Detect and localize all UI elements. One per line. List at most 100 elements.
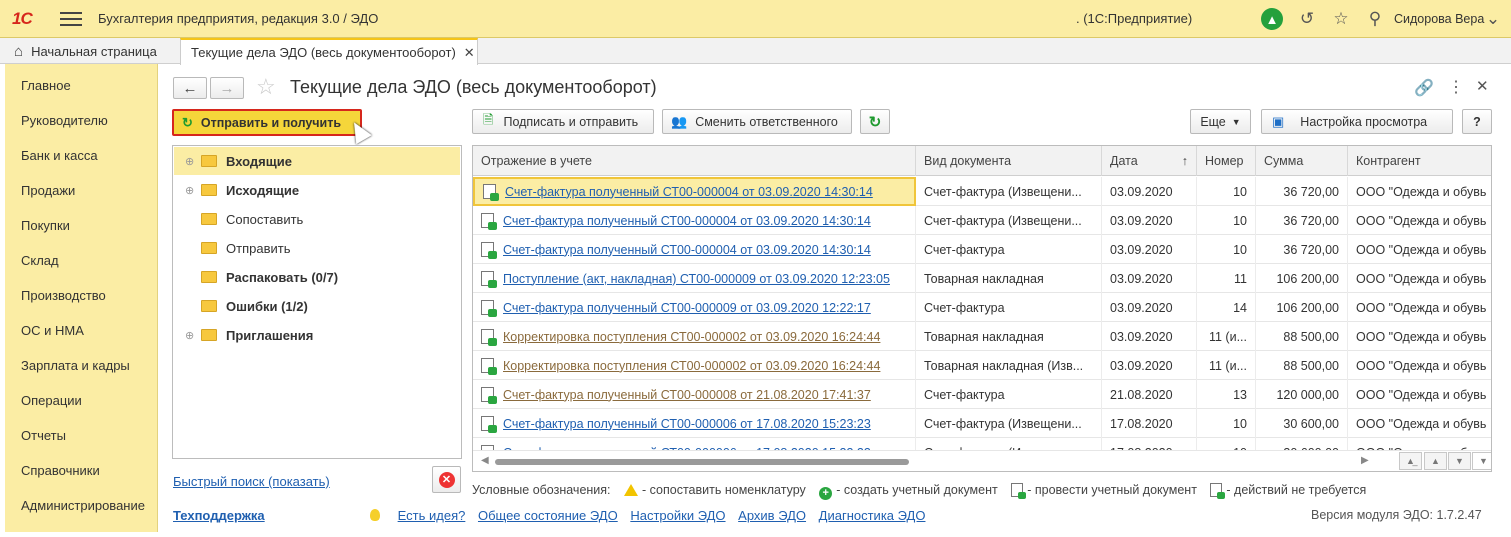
scroll-up-button[interactable]: ▲ bbox=[1424, 452, 1447, 470]
scroll-bottom-button[interactable]: ▼ bbox=[1472, 452, 1491, 470]
sidebar-item-sales[interactable]: Продажи bbox=[21, 183, 75, 198]
back-button[interactable]: ← bbox=[173, 77, 207, 99]
tree-item-outgoing[interactable]: ⊕ Исходящие bbox=[173, 180, 461, 200]
cell-accounting-doc[interactable]: Счет-фактура полученный СТ00-000004 от 0… bbox=[473, 206, 916, 235]
help-button[interactable]: ? bbox=[1462, 109, 1492, 134]
tree-item-unpack[interactable]: Распаковать (0/7) bbox=[173, 267, 461, 287]
column-header-number[interactable]: Номер bbox=[1197, 146, 1256, 176]
favorite-star-icon[interactable]: ☆ bbox=[256, 74, 276, 100]
sidebar-item-operations[interactable]: Операции bbox=[21, 393, 82, 408]
no-action-document-icon bbox=[1210, 483, 1226, 499]
column-header-partner[interactable]: Контрагент bbox=[1348, 146, 1491, 176]
notifications-icon[interactable]: ▲ bbox=[1261, 8, 1283, 30]
table-row[interactable]: Счет-фактура полученный СТ00-000009 от 0… bbox=[473, 293, 1491, 322]
table-row[interactable]: Счет-фактура полученный СТ00-000004 от 0… bbox=[473, 177, 1491, 206]
user-name[interactable]: Сидорова Вера bbox=[1394, 12, 1484, 26]
scroll-left-icon[interactable]: ◀ bbox=[481, 455, 489, 466]
tree-item-match[interactable]: Сопоставить bbox=[173, 209, 461, 229]
cell-accounting-doc[interactable]: Счет-фактура полученный СТ00-000009 от 0… bbox=[473, 293, 916, 322]
table-row[interactable]: Счет-фактура полученный СТ00-000008 от 2… bbox=[473, 380, 1491, 409]
column-header-sum[interactable]: Сумма bbox=[1256, 146, 1348, 176]
edo-settings-link[interactable]: Настройки ЭДО bbox=[630, 508, 725, 523]
column-header-date[interactable]: Дата ↑ bbox=[1102, 146, 1197, 176]
close-tab-icon[interactable]: ✕ bbox=[464, 45, 475, 61]
document-link[interactable]: Счет-фактура полученный СТ00-000004 от 0… bbox=[505, 185, 873, 199]
expand-icon[interactable]: ⊕ bbox=[185, 184, 194, 197]
sidebar-item-bank[interactable]: Банк и касса bbox=[21, 148, 98, 163]
tree-item-incoming[interactable]: ⊕ Входящие bbox=[173, 151, 461, 171]
link-icon[interactable]: 🔗 bbox=[1414, 78, 1434, 98]
scrollbar-thumb[interactable] bbox=[495, 459, 909, 465]
cell-accounting-doc[interactable]: Корректировка поступления СТ00-000002 от… bbox=[473, 351, 916, 380]
sidebar-item-purchases[interactable]: Покупки bbox=[21, 218, 70, 233]
table-row[interactable]: Корректировка поступления СТ00-000002 от… bbox=[473, 351, 1491, 380]
sidebar-item-admin[interactable]: Администрирование bbox=[21, 498, 145, 513]
tech-support-link[interactable]: Техподдержка bbox=[173, 508, 265, 523]
idea-link[interactable]: Есть идея? bbox=[398, 508, 466, 523]
table-row[interactable]: Счет-фактура полученный СТ00-000006 от 1… bbox=[473, 409, 1491, 438]
cell-accounting-doc[interactable]: Корректировка поступления СТ00-000002 от… bbox=[473, 322, 916, 351]
sidebar-item-main[interactable]: Главное bbox=[21, 78, 71, 93]
tree-item-errors[interactable]: Ошибки (1/2) bbox=[173, 296, 461, 316]
column-header-doctype[interactable]: Вид документа bbox=[916, 146, 1102, 176]
more-vertical-icon[interactable]: ⋮ bbox=[1448, 77, 1464, 97]
tab-home[interactable]: ⌂ Начальная страница bbox=[14, 38, 157, 64]
expand-icon[interactable]: ⊕ bbox=[185, 155, 194, 168]
folder-icon bbox=[201, 329, 217, 341]
scroll-top-button[interactable]: ▲̲ bbox=[1399, 452, 1422, 470]
cell-partner: ООО "Одежда и обувь bbox=[1348, 351, 1491, 380]
horizontal-scrollbar[interactable]: ◀ ▶ bbox=[473, 450, 1491, 471]
document-link[interactable]: Счет-фактура полученный СТ00-000008 от 2… bbox=[503, 388, 871, 402]
more-button[interactable]: Еще ▼ bbox=[1190, 109, 1251, 134]
cell-accounting-doc[interactable]: Поступление (акт, накладная) СТ00-000009… bbox=[473, 264, 916, 293]
sidebar-item-assets[interactable]: ОС и НМА bbox=[21, 323, 84, 338]
sidebar-item-warehouse[interactable]: Склад bbox=[21, 253, 59, 268]
favorites-star-icon[interactable]: ☆ bbox=[1330, 8, 1352, 30]
sign-send-button[interactable]: 🗎 Подписать и отправить bbox=[472, 109, 654, 134]
document-link[interactable]: Счет-фактура полученный СТ00-000004 от 0… bbox=[503, 243, 871, 257]
chevron-down-icon[interactable]: ⌄ bbox=[1482, 8, 1504, 30]
cell-accounting-doc[interactable]: Счет-фактура полученный СТ00-000008 от 2… bbox=[473, 380, 916, 409]
tab-current[interactable]: Текущие дела ЭДО (весь документооборот) … bbox=[180, 38, 478, 65]
sidebar-item-payroll[interactable]: Зарплата и кадры bbox=[21, 358, 130, 373]
document-link[interactable]: Поступление (акт, накладная) СТ00-000009… bbox=[503, 272, 890, 286]
change-responsible-button[interactable]: 👥 Сменить ответственного bbox=[662, 109, 852, 134]
tree-item-invitations[interactable]: ⊕ Приглашения bbox=[173, 325, 461, 345]
cell-accounting-doc[interactable]: Счет-фактура полученный СТ00-000004 от 0… bbox=[473, 177, 916, 206]
table-row[interactable]: Поступление (акт, накладная) СТ00-000009… bbox=[473, 264, 1491, 293]
table-row[interactable]: Корректировка поступления СТ00-000002 от… bbox=[473, 322, 1491, 351]
table-row[interactable]: Счет-фактура полученный СТ00-000004 от 0… bbox=[473, 206, 1491, 235]
document-link[interactable]: Корректировка поступления СТ00-000002 от… bbox=[503, 330, 880, 344]
column-header-accounting[interactable]: Отражение в учете bbox=[473, 146, 916, 176]
cell-accounting-doc[interactable]: Счет-фактура полученный СТ00-000004 от 0… bbox=[473, 235, 916, 264]
view-settings-button[interactable]: ▣ Настройка просмотра bbox=[1261, 109, 1453, 134]
expand-icon[interactable]: ⊕ bbox=[185, 329, 194, 342]
scroll-down-button[interactable]: ▼ bbox=[1448, 452, 1471, 470]
quick-search-link[interactable]: Быстрый поиск (показать) bbox=[173, 474, 330, 489]
cell-number: 11 bbox=[1197, 264, 1256, 293]
refresh-button[interactable]: ↻ bbox=[860, 109, 890, 134]
close-icon[interactable]: ✕ bbox=[1476, 77, 1489, 95]
forward-button[interactable]: → bbox=[210, 77, 244, 99]
lightbulb-icon bbox=[370, 509, 380, 521]
menu-icon[interactable] bbox=[60, 11, 82, 26]
document-link[interactable]: Счет-фактура полученный СТ00-000004 от 0… bbox=[503, 214, 871, 228]
document-link[interactable]: Корректировка поступления СТ00-000002 от… bbox=[503, 359, 880, 373]
sidebar-item-production[interactable]: Производство bbox=[21, 288, 106, 303]
edo-archive-link[interactable]: Архив ЭДО bbox=[738, 508, 806, 523]
clear-search-button[interactable]: ✕ bbox=[432, 466, 461, 493]
edo-status-link[interactable]: Общее состояние ЭДО bbox=[478, 508, 618, 523]
search-icon[interactable]: ⚲ bbox=[1364, 8, 1386, 30]
sidebar-item-reports[interactable]: Отчеты bbox=[21, 428, 66, 443]
sidebar-item-manager[interactable]: Руководителю bbox=[21, 113, 108, 128]
history-icon[interactable]: ↺ bbox=[1296, 8, 1318, 30]
cell-accounting-doc[interactable]: Счет-фактура полученный СТ00-000006 от 1… bbox=[473, 409, 916, 438]
document-link[interactable]: Счет-фактура полученный СТ00-000006 от 1… bbox=[503, 417, 871, 431]
sidebar-item-catalogs[interactable]: Справочники bbox=[21, 463, 100, 478]
document-link[interactable]: Счет-фактура полученный СТ00-000009 от 0… bbox=[503, 301, 871, 315]
edo-diagnostics-link[interactable]: Диагностика ЭДО bbox=[819, 508, 926, 523]
scroll-right-icon[interactable]: ▶ bbox=[1361, 455, 1369, 466]
send-receive-button[interactable]: ↻ Отправить и получить bbox=[172, 109, 362, 136]
table-row[interactable]: Счет-фактура полученный СТ00-000004 от 0… bbox=[473, 235, 1491, 264]
tree-item-send[interactable]: Отправить bbox=[173, 238, 461, 258]
